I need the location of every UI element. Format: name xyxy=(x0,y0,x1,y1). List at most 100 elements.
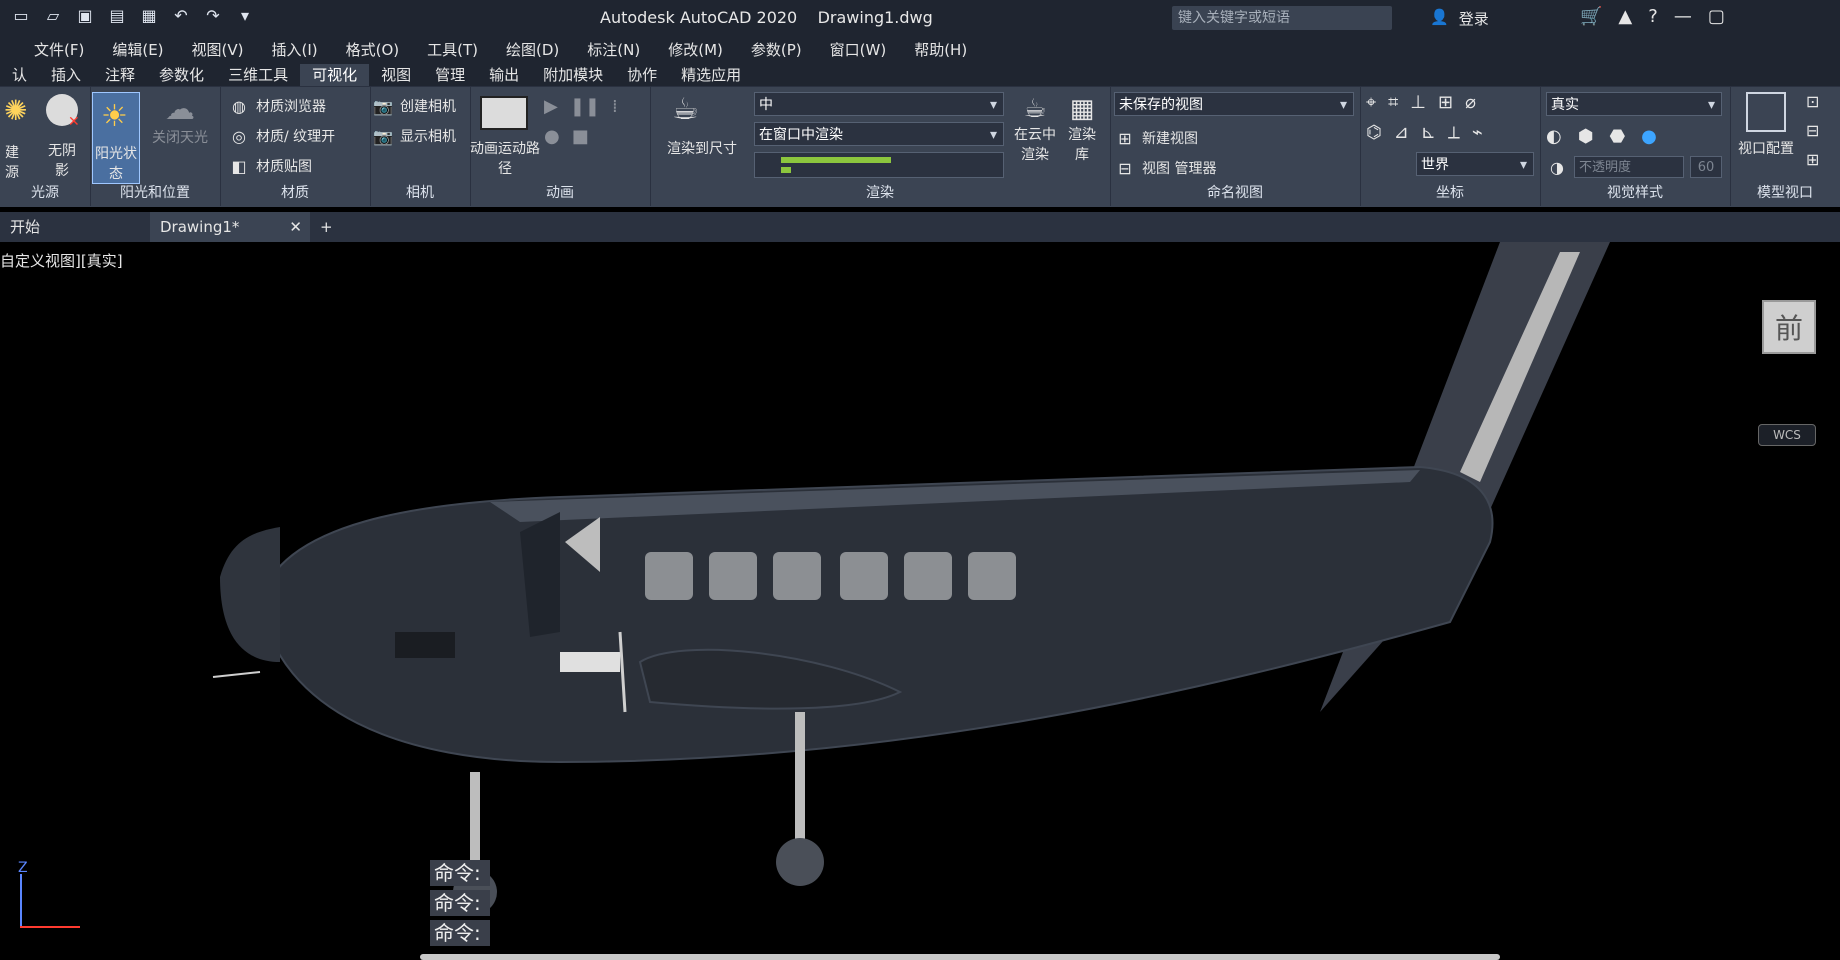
horizontal-scrollbar[interactable] xyxy=(420,954,1500,960)
stop-icon[interactable]: ■ xyxy=(572,126,589,147)
tab-collaborate[interactable]: 协作 xyxy=(615,64,669,86)
close-icon[interactable]: ✕ xyxy=(289,212,302,242)
wcs-menu[interactable]: WCS xyxy=(1758,424,1816,446)
view-manager-item[interactable]: ⊟ 视图 管理器 xyxy=(1114,156,1216,180)
undo-icon[interactable]: ↶ xyxy=(170,4,192,26)
ucs-y-icon[interactable]: ⊾ xyxy=(1421,122,1436,143)
search-input[interactable]: 键入关键字或短语 xyxy=(1172,6,1392,30)
viewport-join-icon[interactable]: ⊟ xyxy=(1806,121,1819,140)
ucs-dropdown[interactable]: 世界 xyxy=(1416,152,1534,177)
no-shadow-icon[interactable]: ✕ xyxy=(46,94,86,134)
restore-icon[interactable]: ▢ xyxy=(1708,6,1725,27)
menu-item[interactable]: 插入(I) xyxy=(272,39,318,60)
shadow-icon[interactable]: ◐ xyxy=(1546,126,1562,147)
new-tab-button[interactable]: + xyxy=(310,212,343,242)
animation-path-button[interactable]: 动画运动路径 xyxy=(470,138,540,178)
open-icon[interactable]: ▱ xyxy=(42,4,64,26)
new-view-item[interactable]: ⊞ 新建视图 xyxy=(1114,126,1198,150)
menu-item[interactable]: 文件(F) xyxy=(34,39,84,60)
walk-icon[interactable]: ⁞ xyxy=(612,96,618,117)
tab-insert[interactable]: 插入 xyxy=(39,64,93,86)
tab-output[interactable]: 输出 xyxy=(477,64,531,86)
material-mapping-icon: ◧ xyxy=(231,156,247,176)
tab-parametric[interactable]: 参数化 xyxy=(147,64,216,86)
share-icon[interactable]: ▲ xyxy=(1618,6,1632,27)
ucs-z-icon[interactable]: ⟂ xyxy=(1448,122,1460,143)
viewcube[interactable]: 前 xyxy=(1762,300,1816,354)
plot-icon[interactable]: ▦ xyxy=(138,4,160,26)
viewport-label[interactable]: 自定义视图][真实] xyxy=(0,250,123,271)
tab-default[interactable]: 认 xyxy=(0,64,39,86)
pause-icon[interactable]: ❚❚ xyxy=(570,96,600,117)
render-cloud-button[interactable]: ☕ 在云中渲染 xyxy=(1010,94,1060,164)
tab-featured-apps[interactable]: 精选应用 xyxy=(669,64,753,86)
render-gallery-button[interactable]: ▦ 渲染库 xyxy=(1062,94,1102,164)
menu-item[interactable]: 标注(N) xyxy=(587,39,640,60)
ucs-view-icon[interactable]: ⊞ xyxy=(1438,92,1453,113)
sun-status-button[interactable]: ☀ 阳光状态 xyxy=(92,92,140,184)
command-line-2[interactable]: 命令: xyxy=(430,890,490,916)
ucs-object-icon[interactable]: ⌀ xyxy=(1465,92,1476,113)
create-camera-item[interactable]: 📷 创建相机 xyxy=(372,94,456,118)
ucs-x-icon[interactable]: ⊥ xyxy=(1410,92,1426,113)
tab-visualize[interactable]: 可视化 xyxy=(300,64,370,86)
menu-item[interactable]: 修改(M) xyxy=(668,39,723,60)
render-output-dropdown[interactable]: 在窗口中渲染 xyxy=(754,122,1004,147)
play-icon[interactable]: ▶ xyxy=(544,96,558,117)
create-light-label[interactable]: 建源 xyxy=(0,142,24,182)
viewport-restore-icon[interactable]: ⊞ xyxy=(1806,150,1819,169)
render-quality-dropdown[interactable]: 中 xyxy=(754,92,1004,117)
no-shadow-label[interactable]: 无阴影 xyxy=(42,140,82,180)
viewport-named-icon[interactable]: ⊡ xyxy=(1806,92,1819,111)
visual-style-dropdown[interactable]: 真实 xyxy=(1546,92,1722,117)
ucs-named-icon[interactable]: ⌁ xyxy=(1472,122,1483,143)
render-to-size-button[interactable]: 渲染到尺寸 xyxy=(650,138,754,158)
ucs-origin-icon[interactable]: ⌗ xyxy=(1388,92,1398,113)
drawing-viewport[interactable] xyxy=(0,242,1840,960)
material-mapping-item[interactable]: ◧ 材质贴图 xyxy=(228,154,312,178)
materials-browser-item[interactable]: ◍ 材质浏览器 xyxy=(228,94,326,118)
ucs-icon[interactable]: ⌖ xyxy=(1366,92,1376,113)
tab-annotate[interactable]: 注释 xyxy=(93,64,147,86)
opacity-value[interactable]: 60 xyxy=(1690,156,1722,178)
sky-off-button[interactable]: ☁ 关闭天光 xyxy=(148,92,212,147)
tab-addins[interactable]: 附加模块 xyxy=(531,64,615,86)
ucs-face-icon[interactable]: ⊿ xyxy=(1394,122,1409,143)
save-as-icon[interactable]: ▤ xyxy=(106,4,128,26)
tab-manage[interactable]: 管理 xyxy=(423,64,477,86)
viewport-config-icon xyxy=(1746,92,1786,132)
tab-view[interactable]: 视图 xyxy=(369,64,423,86)
help-icon[interactable]: ? xyxy=(1648,6,1658,27)
login-button[interactable]: 登录 xyxy=(1459,8,1489,29)
menu-item[interactable]: 窗口(W) xyxy=(830,39,887,60)
menu-item[interactable]: 绘图(D) xyxy=(506,39,559,60)
ucs-3point-icon[interactable]: ⌬ xyxy=(1366,122,1382,143)
menu-item[interactable]: 编辑(E) xyxy=(112,39,163,60)
named-view-dropdown[interactable]: 未保存的视图 xyxy=(1114,92,1354,117)
sky-off-label: 关闭天光 xyxy=(152,130,208,146)
menu-item[interactable]: 参数(P) xyxy=(751,39,802,60)
cart-icon[interactable]: 🛒 xyxy=(1580,6,1602,27)
menu-item[interactable]: 格式(O) xyxy=(346,39,400,60)
sphere-icon[interactable]: ● xyxy=(1641,126,1657,147)
material-texture-item[interactable]: ◎ 材质/ 纹理开 xyxy=(228,124,335,148)
tab-3d-tools[interactable]: 三维工具 xyxy=(216,64,300,86)
show-cameras-item[interactable]: 📷 显示相机 xyxy=(372,124,456,148)
cube-icon[interactable]: ⬢ xyxy=(1578,126,1594,147)
menu-item[interactable]: 帮助(H) xyxy=(914,39,967,60)
dropdown-icon[interactable]: ▾ xyxy=(234,4,256,26)
command-line-1[interactable]: 命令: xyxy=(430,860,490,886)
save-icon[interactable]: ▣ xyxy=(74,4,96,26)
color-cube-icon[interactable]: ⬣ xyxy=(1609,126,1625,147)
file-tab-drawing1[interactable]: Drawing1* ✕ xyxy=(150,212,310,242)
record-icon[interactable]: ● xyxy=(544,126,560,147)
menu-item[interactable]: 工具(T) xyxy=(427,39,478,60)
minimize-icon[interactable]: — xyxy=(1674,6,1692,27)
opacity-field[interactable]: 不透明度 xyxy=(1574,156,1684,178)
command-line-3[interactable]: 命令: xyxy=(430,920,490,946)
redo-icon[interactable]: ↷ xyxy=(202,4,224,26)
menu-item[interactable]: 视图(V) xyxy=(192,39,244,60)
new-icon[interactable]: ▭ xyxy=(10,4,32,26)
viewport-config-button[interactable]: 视口配置 xyxy=(1736,138,1796,158)
file-tab-start[interactable]: 开始 xyxy=(0,212,148,242)
